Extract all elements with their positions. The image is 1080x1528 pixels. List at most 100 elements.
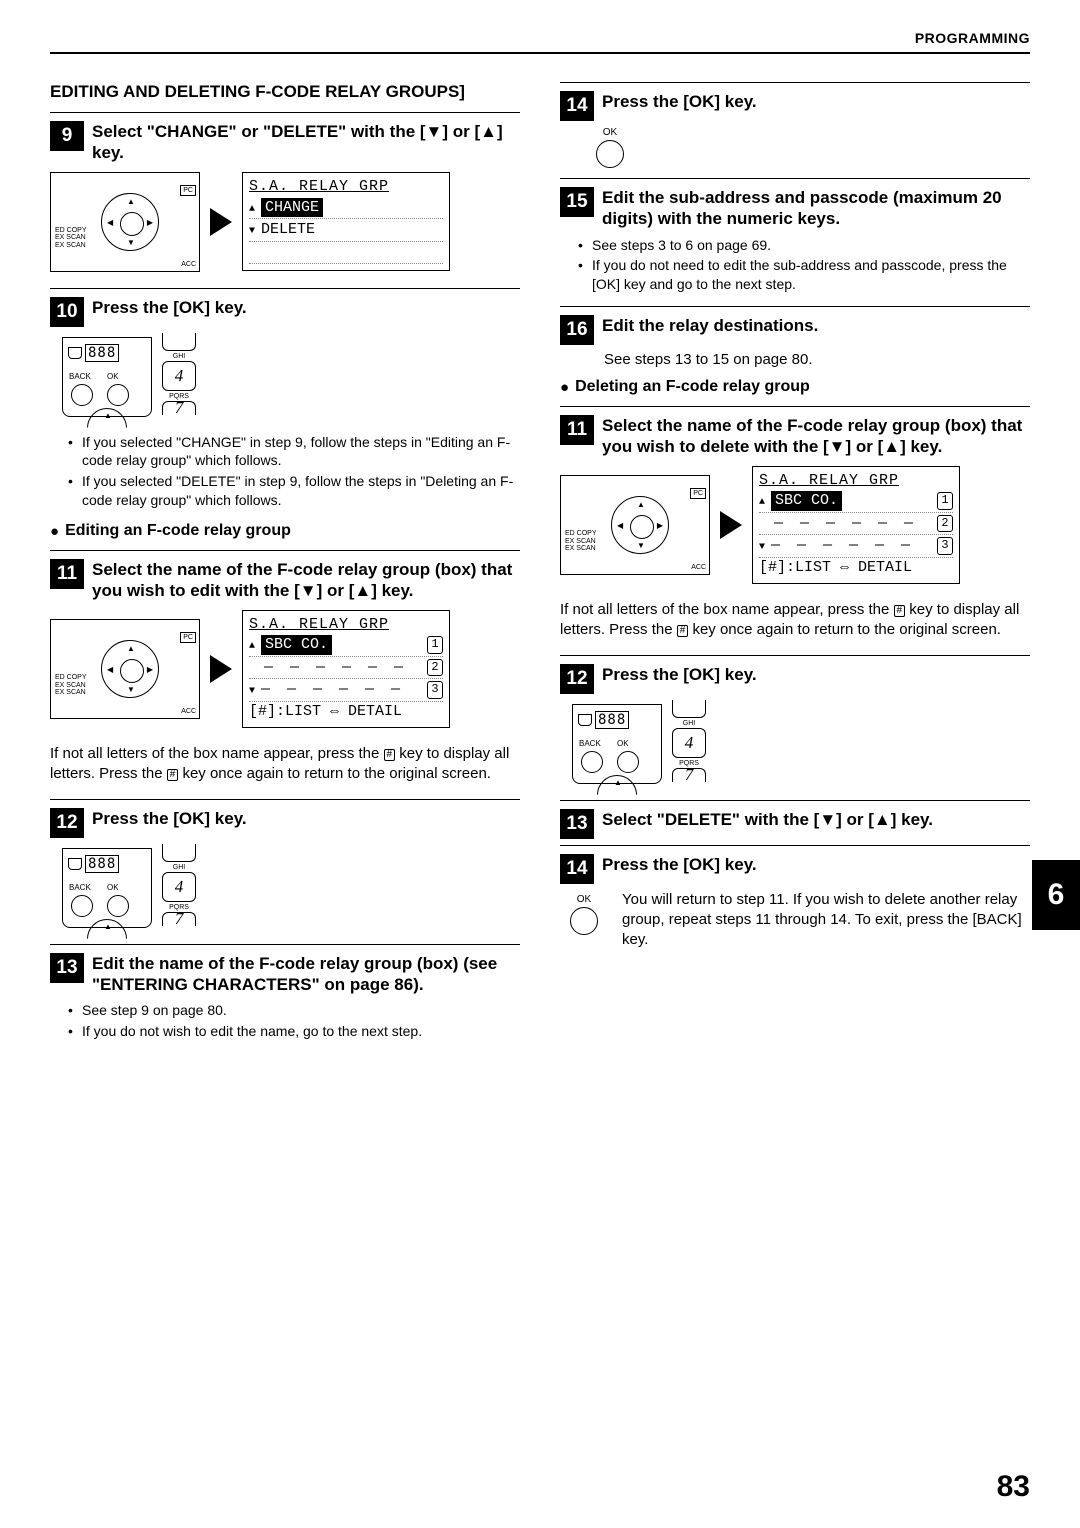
- lcd-row-3: ― ― ― ― ― ―: [261, 680, 404, 700]
- step-number-11: 11: [50, 559, 84, 589]
- ok-button-icon: [617, 751, 639, 773]
- deleting-heading: Deleting an F-code relay group: [560, 378, 1030, 396]
- up-triangle-icon: [249, 635, 255, 655]
- ok-panel-diagram: 888 BACK OK GHI 4 PQRS 7: [62, 333, 237, 423]
- note: If you do not wish to edit the name, go …: [72, 1022, 520, 1041]
- dpad-icon: ▲▼ ◀▶: [101, 640, 159, 698]
- step11-illustration: PC ▲▼ ◀▶ ED COPY EX SCAN EX SCAN ACC S.A…: [50, 610, 520, 729]
- dpad-icon: ▲▼ ◀▶: [611, 496, 669, 554]
- lcd-display-step11d: S.A. RELAY GRP SBC CO.1 ― ― ― ― ― ―2 ― ―…: [752, 466, 960, 585]
- step-16: 16 Edit the relay destinations.: [560, 306, 1030, 345]
- ok-panel-diagram: 888 BACK OK GHI 4 PQRS 7: [62, 844, 237, 934]
- note: See step 9 on page 80.: [72, 1001, 520, 1020]
- ok-button-diagram: OK: [570, 894, 598, 935]
- step11-note: If not all letters of the box name appea…: [50, 744, 520, 785]
- lcd-title: S.A. RELAY GRP: [759, 471, 953, 491]
- step-12d-text: Press the [OK] key.: [602, 664, 757, 685]
- step-13-text: Edit the name of the F-code relay group …: [92, 953, 520, 996]
- lcd-title: S.A. RELAY GRP: [249, 615, 443, 635]
- lcd-title: S.A. RELAY GRP: [249, 177, 443, 197]
- lcd-row-2: ― ― ― ― ― ―: [264, 658, 407, 678]
- down-triangle-icon: [249, 220, 255, 240]
- step-11d-text: Select the name of the F-code relay grou…: [602, 415, 1030, 458]
- right-column: 14 Press the [OK] key. OK 15 Edit the su…: [560, 82, 1030, 1053]
- down-triangle-icon: [759, 536, 765, 556]
- ok-label: OK: [617, 739, 629, 748]
- step-number-10: 10: [50, 297, 84, 327]
- up-triangle-icon: [759, 491, 765, 511]
- hash-key-icon: #: [167, 769, 179, 781]
- panel-side-labels: ED COPY EX SCAN EX SCAN: [565, 530, 597, 553]
- step-number-9: 9: [50, 121, 84, 151]
- ghi-label: GHI: [162, 864, 196, 871]
- pc-label: PC: [690, 488, 706, 499]
- step-number-15: 15: [560, 187, 594, 217]
- back-label: BACK: [69, 883, 91, 892]
- lcd-row-1: SBC CO.: [261, 635, 332, 655]
- ghi-label: GHI: [672, 720, 706, 727]
- step-14: 14 Press the [OK] key.: [560, 82, 1030, 121]
- key-7: 7: [672, 768, 706, 782]
- pc-label: PC: [180, 632, 196, 643]
- lcd-display-step9: S.A. RELAY GRP CHANGE DELETE: [242, 172, 450, 271]
- back-button-icon: [581, 751, 603, 773]
- acc-label: ACC: [691, 564, 706, 571]
- digit-display: 888: [85, 344, 119, 362]
- hash-key-icon: #: [894, 605, 906, 617]
- panel-side-labels: ED COPY EX SCAN EX SCAN: [55, 227, 87, 250]
- step-number-13: 13: [50, 953, 84, 983]
- final-note: You will return to step 11. If you wish …: [622, 890, 1030, 951]
- key-top-partial: [162, 333, 196, 351]
- row-num-1: 1: [937, 492, 953, 510]
- step-number-14: 14: [560, 91, 594, 121]
- step-9-text: Select "CHANGE" or "DELETE" with the [▼]…: [92, 121, 520, 164]
- digit-display: 888: [85, 855, 119, 873]
- step15-notes: See steps 3 to 6 on page 69. If you do n…: [560, 236, 1030, 295]
- row-num-3: 3: [427, 681, 443, 699]
- back-label: BACK: [579, 739, 601, 748]
- key-7: 7: [162, 401, 196, 415]
- header-rule: [50, 52, 1030, 54]
- lcd-row-3: ― ― ― ― ― ―: [771, 536, 914, 556]
- editing-heading: Editing an F-code relay group: [50, 522, 520, 540]
- key-top-partial: [672, 700, 706, 718]
- key-7: 7: [162, 912, 196, 926]
- step-11-delete: 11 Select the name of the F-code relay g…: [560, 406, 1030, 458]
- step-number-14d: 14: [560, 854, 594, 884]
- back-button-icon: [71, 895, 93, 917]
- step-9: 9 Select "CHANGE" or "DELETE" with the […: [50, 112, 520, 164]
- keypad-column: GHI 4 PQRS 7: [162, 844, 196, 928]
- ok-button-diagram: OK: [590, 127, 630, 168]
- pc-label: PC: [180, 185, 196, 196]
- ok-button-icon: [570, 907, 598, 935]
- lcd-option-change: CHANGE: [261, 198, 323, 218]
- row-num-2: 2: [427, 659, 443, 677]
- step-14-delete: 14 Press the [OK] key.: [560, 845, 1030, 884]
- ok-label: OK: [107, 883, 119, 892]
- step-13-delete: 13 Select "DELETE" with the [▼] or [▲] k…: [560, 800, 1030, 839]
- step-12-delete: 12 Press the [OK] key.: [560, 655, 1030, 694]
- key-4: 4: [162, 872, 196, 902]
- arrow-icon: [720, 511, 742, 539]
- step-16-text: Edit the relay destinations.: [602, 315, 818, 336]
- step-15: 15 Edit the sub-address and passcode (ma…: [560, 178, 1030, 230]
- ok-button-icon: [107, 895, 129, 917]
- arrow-icon: [210, 655, 232, 683]
- lcd-footer: [#]:LIST ⇔ DETAIL: [759, 558, 953, 578]
- chapter-header: PROGRAMMING: [50, 30, 1030, 46]
- step16-note: See steps 13 to 15 on page 80.: [604, 351, 1030, 368]
- keypad-column: GHI 4 PQRS 7: [672, 700, 706, 784]
- step10-notes: If you selected "CHANGE" in step 9, foll…: [50, 433, 520, 511]
- step-11-text: Select the name of the F-code relay grou…: [92, 559, 520, 602]
- step-number-11d: 11: [560, 415, 594, 445]
- step-13d-text: Select "DELETE" with the [▼] or [▲] key.: [602, 809, 933, 830]
- ok-label: OK: [570, 894, 598, 905]
- row-num-2: 2: [937, 515, 953, 533]
- step-10-text: Press the [OK] key.: [92, 297, 247, 318]
- back-label: BACK: [69, 372, 91, 381]
- step-number-12d: 12: [560, 664, 594, 694]
- note: If you do not need to edit the sub-addre…: [582, 256, 1030, 294]
- step11d-note: If not all letters of the box name appea…: [560, 600, 1030, 641]
- control-panel-diagram: PC ▲▼ ◀▶ ED COPY EX SCAN EX SCAN ACC: [50, 619, 200, 719]
- step14d-content: OK You will return to step 11. If you wi…: [560, 890, 1030, 951]
